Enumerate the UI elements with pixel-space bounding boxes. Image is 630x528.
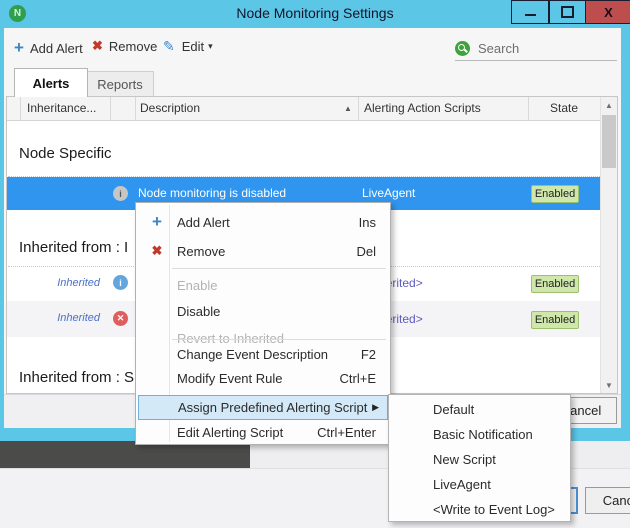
- menu-item-edit-alerting-script[interactable]: Edit Alerting Script Ctrl+Enter: [137, 420, 389, 444]
- search-icon: [455, 41, 470, 56]
- menu-item-label: Edit Alerting Script: [177, 425, 283, 440]
- menu-item-shortcut: F2: [361, 347, 389, 362]
- menu-item-disable[interactable]: Disable: [137, 298, 389, 325]
- submenu-arrow-icon: ▶: [372, 402, 387, 413]
- submenu-item-label: New Script: [433, 452, 496, 467]
- submenu-item-label: Basic Notification: [433, 427, 533, 442]
- scrollbar-thumb[interactable]: [602, 115, 616, 168]
- menu-item-label: Remove: [177, 244, 225, 259]
- submenu-item-write-to-event-log[interactable]: <Write to Event Log>: [389, 497, 570, 522]
- app-logo-icon: N: [9, 5, 26, 22]
- tab-reports[interactable]: Reports: [86, 71, 154, 97]
- status-badge: Enabled: [531, 275, 579, 293]
- chevron-down-icon: ▾: [208, 41, 213, 52]
- tab-alerts-label: Alerts: [33, 76, 70, 91]
- add-icon: +: [14, 38, 24, 58]
- close-button[interactable]: X: [585, 0, 630, 24]
- header-state[interactable]: State: [528, 101, 600, 115]
- menu-item-shortcut: Ctrl+E: [340, 371, 389, 386]
- inheritance-label: Inherited: [20, 312, 100, 324]
- menu-separator: [172, 268, 386, 269]
- submenu-item-label: LiveAgent: [433, 477, 491, 492]
- alerting-script-submenu: Default Basic Notification New Script Li…: [388, 394, 571, 522]
- menu-item-enable: Enable: [137, 272, 389, 298]
- menu-item-shortcut: Ctrl+Enter: [317, 425, 389, 440]
- scroll-up-icon[interactable]: ▲: [601, 97, 617, 113]
- screen: Cancel Node Monitoring Settings N X + Ad…: [0, 0, 630, 528]
- header-scripts[interactable]: Alerting Action Scripts: [364, 101, 481, 115]
- menu-item-add-alert[interactable]: + Add Alert Ins: [137, 207, 389, 237]
- tab-reports-label: Reports: [97, 77, 143, 92]
- header-description[interactable]: Description: [140, 101, 200, 115]
- vertical-scrollbar[interactable]: ▲ ▼: [600, 97, 617, 393]
- edit-label: Edit: [182, 39, 204, 54]
- submenu-item-new-script[interactable]: New Script: [389, 447, 570, 472]
- tab-alerts[interactable]: Alerts: [14, 68, 88, 97]
- search-box[interactable]: [455, 36, 617, 61]
- add-alert-label: Add Alert: [30, 41, 83, 56]
- menu-item-label: Modify Event Rule: [177, 371, 283, 386]
- menu-item-label: Change Event Description: [177, 347, 328, 362]
- submenu-item-liveagent[interactable]: LiveAgent: [389, 472, 570, 497]
- menu-item-shortcut: Del: [356, 244, 389, 259]
- search-input[interactable]: [476, 40, 610, 57]
- row-script: LiveAgent: [362, 186, 415, 200]
- menu-item-modify-event-rule[interactable]: Modify Event Rule Ctrl+E: [137, 366, 389, 390]
- status-badge: Enabled: [531, 185, 579, 203]
- minimize-button[interactable]: [511, 0, 550, 24]
- info-icon: i: [113, 186, 128, 201]
- menu-item-assign-predefined-alerting-script[interactable]: Assign Predefined Alerting Script ▶: [138, 395, 388, 420]
- submenu-item-basic-notification[interactable]: Basic Notification: [389, 422, 570, 447]
- edit-pencil-icon: ✎: [163, 38, 175, 55]
- remove-label: Remove: [109, 39, 157, 54]
- remove-icon: ✖: [145, 243, 169, 259]
- background-cancel-button[interactable]: Cancel: [585, 487, 630, 514]
- context-menu: + Add Alert Ins ✖ Remove Del Enable Disa…: [135, 202, 391, 445]
- submenu-item-label: <Write to Event Log>: [433, 502, 555, 517]
- menu-item-change-event-description[interactable]: Change Event Description F2: [137, 342, 389, 366]
- group-header-inherited-2: Inherited from : S: [19, 369, 134, 386]
- header-inheritance[interactable]: Inheritance...: [27, 101, 96, 115]
- add-icon: +: [145, 212, 169, 232]
- table-header-row[interactable]: Inheritance... Description ▲ Alerting Ac…: [7, 97, 600, 121]
- row-description: Node monitoring is disabled: [138, 186, 286, 200]
- background-cancel-label: Cancel: [603, 493, 630, 508]
- error-icon: ✕: [113, 311, 128, 326]
- group-header-node-specific: Node Specific: [19, 145, 112, 162]
- menu-item-shortcut: Ins: [359, 215, 389, 230]
- maximize-icon: [561, 6, 574, 18]
- menu-item-label: Assign Predefined Alerting Script: [178, 400, 367, 415]
- close-icon: X: [604, 5, 613, 20]
- submenu-item-default[interactable]: Default: [389, 397, 570, 422]
- dialog-border-left: [0, 28, 4, 441]
- app-logo-letter: N: [14, 8, 21, 19]
- desktop-strip: [0, 441, 250, 468]
- remove-icon: ✖: [92, 38, 103, 54]
- sort-ascending-icon: ▲: [344, 104, 352, 113]
- minimize-icon: [525, 14, 536, 16]
- inheritance-label: Inherited: [20, 277, 100, 289]
- maximize-button[interactable]: [548, 0, 587, 24]
- submenu-item-label: Default: [433, 402, 474, 417]
- add-alert-button[interactable]: + Add Alert: [14, 38, 83, 58]
- menu-item-label: Disable: [177, 304, 220, 319]
- menu-item-remove[interactable]: ✖ Remove Del: [137, 237, 389, 265]
- edit-button[interactable]: ✎ Edit ▾: [163, 38, 213, 55]
- menu-item-label: Add Alert: [177, 215, 230, 230]
- info-icon: i: [113, 275, 128, 290]
- menu-separator: [172, 339, 386, 340]
- group-header-inherited-1: Inherited from : I: [19, 239, 128, 256]
- scroll-down-icon[interactable]: ▼: [601, 377, 617, 393]
- dialog-border-right: [621, 28, 630, 441]
- status-badge: Enabled: [531, 311, 579, 329]
- menu-item-label: Enable: [177, 278, 217, 293]
- remove-button[interactable]: ✖ Remove: [92, 38, 157, 54]
